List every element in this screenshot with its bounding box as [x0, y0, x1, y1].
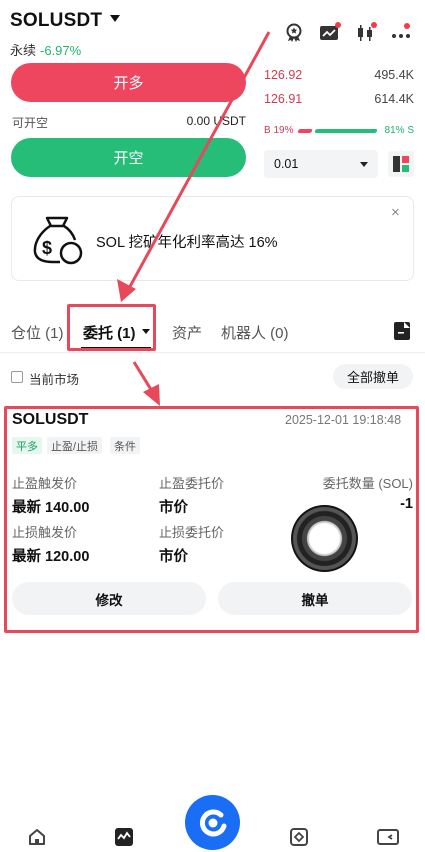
annotation-arrows [117, 31, 271, 406]
trade-icon[interactable] [185, 795, 240, 850]
market-icon[interactable] [114, 827, 134, 852]
wallet-icon[interactable] [377, 827, 399, 852]
home-icon[interactable] [27, 827, 47, 852]
assets-icon[interactable] [289, 827, 309, 852]
